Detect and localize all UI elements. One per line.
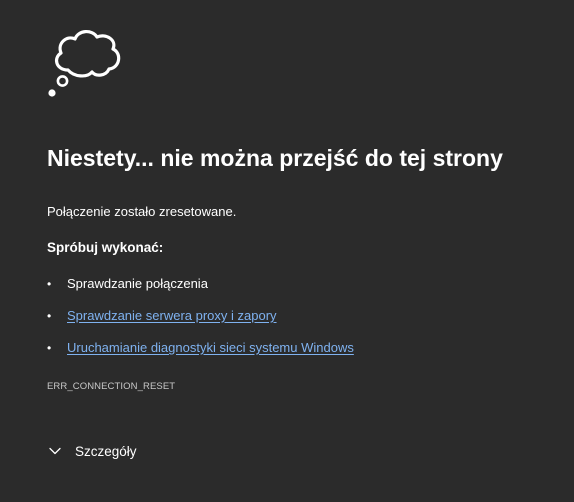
try-heading: Spróbuj wykonać: [47, 240, 164, 255]
error-page: Niestety... nie można przejść do tej str… [0, 0, 574, 502]
bullet-icon: • [47, 341, 52, 355]
details-label: Szczegóły [75, 443, 137, 459]
bullet-icon: • [47, 309, 52, 323]
run-network-diagnostics-link[interactable]: Uruchamianie diagnostyki sieci systemu W… [67, 332, 354, 364]
bullet-icon: • [47, 277, 52, 291]
error-message: Połączenie zostało zresetowane. [47, 204, 237, 219]
error-code: ERR_CONNECTION_RESET [47, 381, 176, 392]
check-proxy-firewall-link[interactable]: Sprawdzanie serwera proxy i zapory [67, 300, 277, 332]
suggestion-label: Sprawdzanie połączenia [67, 276, 208, 291]
chevron-down-icon [49, 447, 61, 455]
page-title: Niestety... nie można przejść do tej str… [47, 145, 503, 171]
details-toggle-button[interactable]: Szczegóły [48, 439, 137, 463]
thought-cloud-icon [48, 30, 121, 97]
